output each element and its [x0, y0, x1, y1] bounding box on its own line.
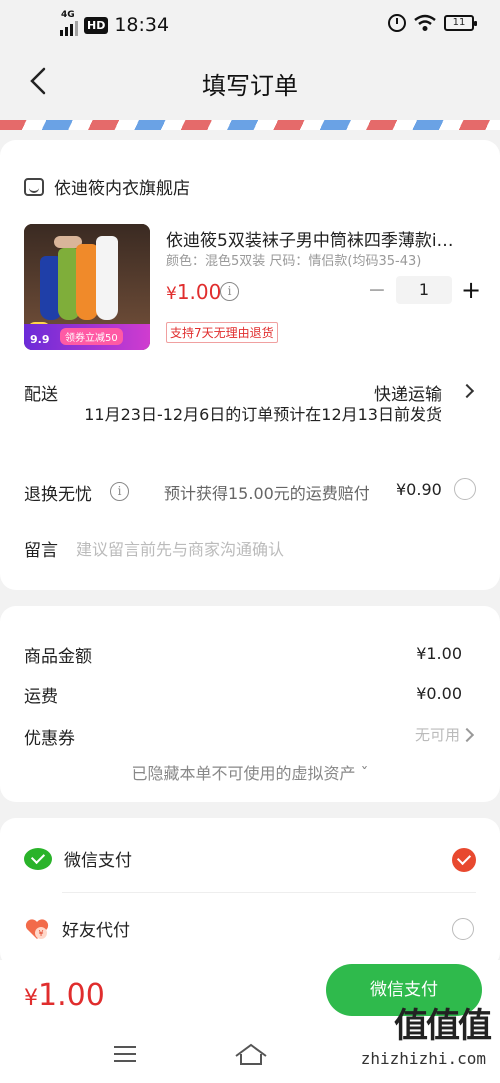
payment-option-friend[interactable]: ¥ 好友代付	[24, 916, 130, 941]
clock: 18:34	[114, 14, 170, 36]
checkout-bar: ¥1.00 微信支付 值值值 zhizhizhi.com	[0, 960, 500, 1083]
quantity-input[interactable]: 1	[396, 276, 452, 304]
goods-amount-value: ¥1.00	[416, 644, 462, 663]
heart-icon: ¥	[25, 918, 49, 939]
delivery-label: 配送	[24, 385, 58, 405]
coupon-label: 优惠券	[24, 729, 75, 749]
shop-name: 依迪筱内衣旗舰店	[54, 179, 190, 199]
friend-pay-label: 好友代付	[62, 921, 130, 941]
friend-pay-radio[interactable]	[452, 918, 474, 940]
insurance-description: 预计获得15.00元的运费赔付	[164, 484, 370, 503]
page-title: 填写订单	[202, 72, 298, 100]
price-info-icon[interactable]: i	[220, 282, 239, 301]
total-price: ¥1.00	[24, 978, 105, 1013]
thumb-price: 9.9	[30, 333, 50, 346]
chevron-right-icon[interactable]	[459, 383, 475, 399]
payment-card: 微信支付 ¥ 好友代付	[0, 818, 500, 968]
watermark: 值值值 zhizhizhi.com	[350, 998, 500, 1068]
product-spec[interactable]: 颜色：混色5双装 尺码：情侣款(均码35-43)	[166, 250, 421, 269]
selected-check-icon[interactable]	[452, 848, 476, 872]
order-card: 依迪筱内衣旗舰店 9.9 领券立减50 依迪筱5双装袜子男中筒袜四季薄款i… 颜…	[0, 140, 500, 590]
shop-row[interactable]: 依迪筱内衣旗舰店	[24, 174, 190, 199]
insurance-label: 退换无忧	[24, 485, 92, 505]
status-right: 11	[388, 14, 477, 32]
sock-image	[76, 244, 98, 320]
payment-option-wechat[interactable]: 微信支付	[24, 846, 132, 871]
increase-button[interactable]: +	[460, 276, 482, 304]
insurance-amount: ¥0.90	[396, 480, 442, 499]
watermark-logo: 值值值	[394, 1006, 492, 1046]
status-left: 4G HD 18:34	[60, 10, 170, 36]
quantity-stepper: − 1 +	[366, 276, 482, 304]
divider	[62, 892, 476, 893]
nav-bar: 填写订单	[0, 52, 500, 112]
wechat-pay-icon	[24, 847, 52, 870]
note-label: 留言	[24, 541, 58, 561]
svg-text:¥: ¥	[39, 929, 44, 938]
network-type: 4G	[61, 10, 75, 20]
sock-image	[96, 236, 118, 320]
menu-icon[interactable]	[112, 1044, 138, 1064]
total-symbol: ¥	[24, 986, 38, 1011]
wechat-pay-label: 微信支付	[64, 851, 132, 871]
insurance-info-icon[interactable]: i	[110, 482, 129, 501]
battery-icon: 11	[444, 15, 477, 31]
hd-icon: HD	[84, 16, 109, 34]
delivery-method[interactable]: 快递运输	[374, 380, 442, 405]
goods-amount-label: 商品金额	[24, 647, 92, 667]
delivery-estimate: 11月23日-12月6日的订单预计在12月13日前发货	[84, 405, 442, 424]
chevron-right-icon[interactable]	[459, 727, 475, 743]
hidden-assets-toggle[interactable]: 已隐藏本单不可使用的虚拟资产 ˇ	[0, 760, 500, 784]
signal-icon: 4G	[60, 10, 78, 36]
insurance-radio[interactable]	[454, 478, 476, 500]
price-symbol: ¥	[166, 284, 177, 304]
product-price: ¥1.00	[166, 280, 221, 304]
battery-level: 11	[452, 17, 466, 28]
watermark-text: zhizhizhi.com	[360, 1049, 486, 1068]
return-policy-tag: 支持7天无理由退货	[166, 322, 278, 343]
total-value: 1.00	[38, 978, 105, 1013]
shipping-label: 运费	[24, 687, 58, 707]
price-value: 1.00	[176, 280, 222, 304]
decrease-button[interactable]: −	[366, 278, 388, 303]
product-name[interactable]: 依迪筱5双装袜子男中筒袜四季薄款i…	[166, 226, 476, 251]
home-icon[interactable]	[234, 1042, 268, 1066]
wifi-icon	[414, 14, 436, 31]
thumb-promo: 领券立减50	[60, 328, 123, 345]
price-summary-card: 商品金额 ¥1.00 运费 ¥0.00 优惠券 无可用 已隐藏本单不可使用的虚拟…	[0, 606, 500, 802]
product-thumbnail[interactable]: 9.9 领券立减50	[24, 224, 150, 350]
status-bar: 4G HD 18:34 11	[0, 0, 500, 52]
shipping-value: ¥0.00	[416, 684, 462, 703]
coupon-value[interactable]: 无可用	[415, 724, 460, 745]
shop-icon	[24, 177, 44, 196]
note-input[interactable]: 建议留言前先与商家沟通确认	[76, 536, 284, 560]
alarm-icon	[388, 14, 406, 32]
